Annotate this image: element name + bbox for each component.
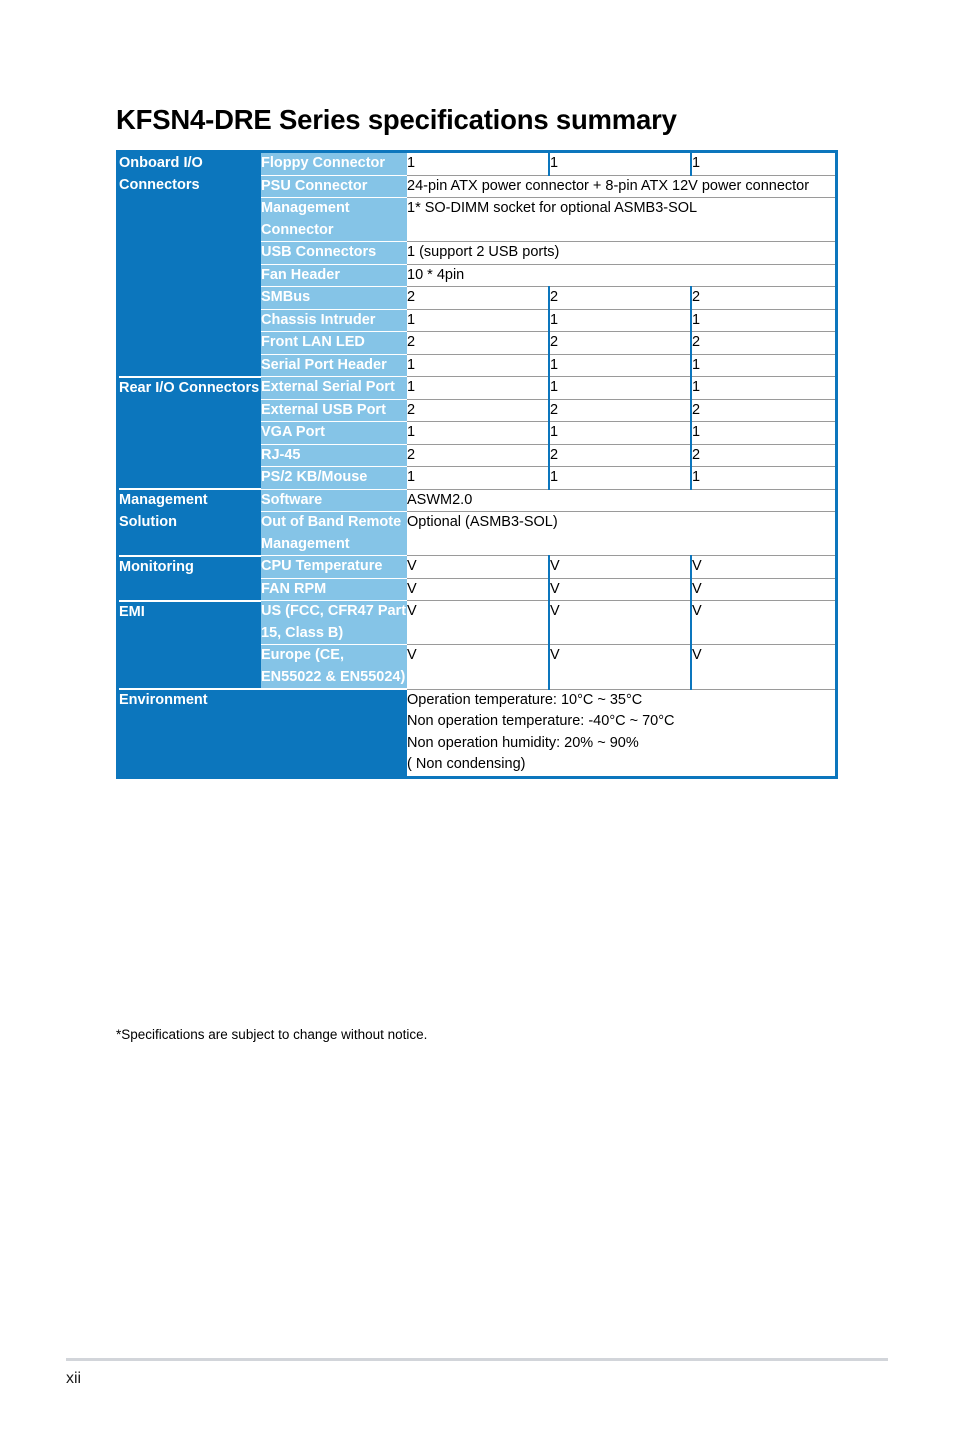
table-row: Management Solution Software ASWM2.0 [119,488,835,556]
row-value: 1 [548,421,691,444]
document-page: KFSN4-DRE Series specifications summary … [0,0,954,1438]
row-group-label: Environment [119,688,407,776]
row-label: FAN RPM [261,577,407,601]
row-value: 1 [407,466,549,489]
row-value: ASWM2.0 [407,488,835,512]
row-value: V [407,600,549,645]
specifications-table-container: Onboard I/O Connectors Floppy Connector 1 1… [116,150,838,779]
row-value: 1 [690,308,835,332]
row-value: V [548,600,691,645]
row-value: 1 [548,308,691,332]
row-value: 2 [690,286,835,309]
row-value: V [407,577,549,601]
row-group-label: Monitoring [119,554,261,601]
row-value: V [548,577,691,601]
row-label: Management Connector [261,197,407,242]
row-value: 1 [690,153,835,175]
row-label: Software [261,488,407,512]
specifications-table: Onboard I/O Connectors Floppy Connector 1 1… [119,153,835,776]
table-row: Rear I/O Connectors External Serial Port 1… [119,375,835,489]
row-value: 2 [548,443,691,467]
row-value: 2 [548,398,691,422]
row-value: 1 [548,466,691,489]
row-value: 2 [407,331,549,354]
row-group-label: Management Solution [119,488,261,556]
row-value: 2 [407,443,549,467]
row-group-label: Onboard I/O Connectors [119,153,261,377]
row-value: V [690,577,835,601]
row-value: 1 [407,308,549,332]
row-value: 1 [548,376,691,399]
row-label: USB Connectors [261,241,407,264]
row-label: External USB Port [261,398,407,422]
row-value: 1 [690,421,835,444]
page-number: xii [66,1370,82,1387]
row-value: 1 [690,376,835,399]
row-value: 2 [690,443,835,467]
row-value: V [690,555,835,578]
row-value: 1 [548,353,691,377]
table-row: EMI US (FCC, CFR47 Part 15, Class B) V V V [119,599,835,689]
row-value: Optional (ASMB3-SOL) [407,511,835,556]
row-value: 1 [690,466,835,489]
row-value: 2 [407,286,549,309]
row-value: 2 [407,398,549,422]
row-label: Floppy Connector [261,153,407,175]
row-value: 1 [690,353,835,377]
row-value: 1 [407,421,549,444]
row-value: V [548,644,691,689]
row-value: 2 [690,331,835,354]
row-value: V [548,555,691,578]
page-title: KFSN4-DRE Series specifications summary [116,104,677,136]
row-label: Front LAN LED [261,331,407,354]
specifications-table-body: Onboard I/O Connectors Floppy Connector 1 1… [119,153,835,776]
row-label: RJ-45 [261,443,407,467]
footnote: *Specifications are subject to change wi… [116,1027,428,1042]
row-value: 1 [407,353,549,377]
row-value: V [407,644,549,689]
row-value: 2 [548,331,691,354]
row-label: Out of Band Remote Management [261,511,407,556]
row-label: Chassis Intruder [261,308,407,332]
row-label: Europe (CE, EN55022 & EN55024) [261,644,407,689]
row-value: 2 [690,398,835,422]
row-value: 1 (support 2 USB ports) [407,241,835,264]
table-row: Onboard I/O Connectors Floppy Connector 1 1… [119,153,835,377]
row-label: CPU Temperature [261,555,407,578]
row-label: US (FCC, CFR47 Part 15, Class B) [261,600,407,645]
row-value: 1 [407,153,549,175]
row-value: 1 [407,376,549,399]
row-label: PS/2 KB/Mouse [261,466,407,489]
row-label: VGA Port [261,421,407,444]
row-group-label: Rear I/O Connectors [119,375,261,489]
row-group-label: EMI [119,599,261,689]
row-label: Fan Header [261,263,407,287]
table-row-environment: Environment Operation temperature: 10°C ~… [119,688,835,776]
row-value: 10 * 4pin [407,263,835,287]
table-row: Monitoring CPU Temperature V V V [119,554,835,601]
footer-divider [66,1358,888,1361]
row-value: 2 [548,286,691,309]
row-label: SMBus [261,286,407,309]
row-value: V [690,644,835,689]
row-label: PSU Connector [261,174,407,198]
row-label: Serial Port Header [261,353,407,377]
row-value: 24-pin ATX power connector + 8-pin ATX 1… [407,174,835,198]
row-value: V [690,600,835,645]
row-value: V [407,555,549,578]
row-value: 1* SO-DIMM socket for optional ASMB3-SOL [407,197,835,242]
row-value: 1 [548,153,691,175]
row-label: External Serial Port [261,376,407,399]
row-value: Operation temperature: 10°C ~ 35°C Non op… [407,688,835,776]
